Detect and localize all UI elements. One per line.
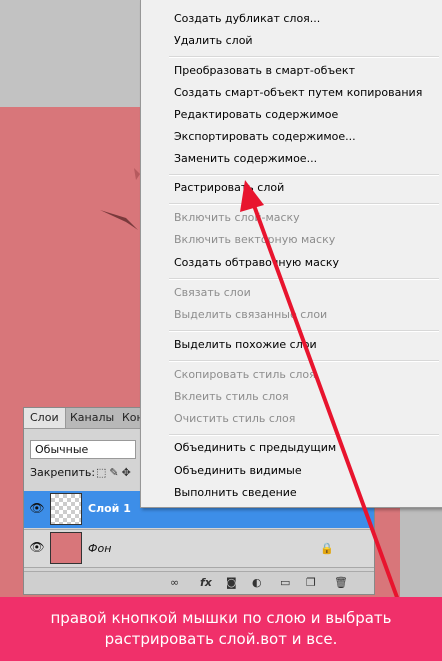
tab-layers[interactable]: Слои — [24, 408, 66, 428]
menu-item-merge-down[interactable]: Объединить с предыдущим — [174, 441, 336, 455]
menu-item-flatten-image[interactable]: Выполнить сведение — [174, 486, 297, 500]
lock-icon: 🔒 — [320, 542, 334, 555]
menu-separator — [169, 434, 439, 436]
eye-icon[interactable]: 👁 — [28, 501, 46, 515]
menu-separator — [169, 330, 439, 332]
layer-name[interactable]: Слой 1 — [88, 502, 131, 515]
menu-item-enable-layer-mask: Включить слой-маску — [174, 211, 300, 224]
layer-name[interactable]: Фон — [88, 542, 111, 555]
new-layer-icon[interactable]: ❐ — [306, 576, 316, 589]
lock-options[interactable]: ⬚✎✥ — [96, 466, 134, 479]
lock-brush-icon[interactable]: ✎ — [109, 466, 121, 479]
menu-item-copy-layer-style: Скопировать стиль слоя — [174, 368, 316, 381]
menu-item-select-similar-layers[interactable]: Выделить похожие слои — [174, 338, 317, 352]
menu-separator — [169, 203, 439, 205]
layer-row-background[interactable]: 👁 Фон 🔒 — [24, 529, 374, 568]
menu-item-clear-layer-style: Очистить стиль слоя — [174, 412, 296, 425]
link-icon[interactable]: ∞ — [170, 576, 179, 589]
menu-separator — [169, 56, 439, 58]
caption-line-1: правой кнопкой мышки по слою и выбрать — [50, 609, 392, 627]
eye-icon[interactable]: 👁 — [28, 540, 46, 554]
tab-channels[interactable]: Каналы — [64, 408, 120, 428]
menu-item-select-linked-layers: Выделить связанные слои — [174, 308, 328, 321]
menu-item-create-clipping-mask[interactable]: Создать обтравочную маску — [174, 256, 339, 270]
menu-item-duplicate-layer[interactable]: Создать дубликат слоя... — [174, 12, 320, 26]
menu-item-enable-vector-mask: Включить векторную маску — [174, 233, 336, 246]
folder-icon[interactable]: ▭ — [280, 576, 290, 589]
caption-line-2: растрировать слой.вот и все. — [104, 630, 338, 648]
lock-label: Закрепить: — [30, 466, 96, 479]
menu-separator — [169, 278, 439, 280]
menu-item-delete-layer[interactable]: Удалить слой — [174, 34, 253, 48]
menu-item-merge-visible[interactable]: Объединить видимые — [174, 464, 302, 478]
menu-item-rasterize-layer[interactable]: Растрировать слой — [174, 181, 284, 195]
fx-icon[interactable]: fx — [200, 576, 212, 589]
menu-item-convert-smart-object[interactable]: Преобразовать в смарт-объект — [174, 64, 355, 78]
caption-banner: правой кнопкой мышки по слою и выбрать р… — [0, 597, 442, 661]
layer-thumbnail — [50, 532, 82, 564]
menu-separator — [169, 360, 439, 362]
menu-item-replace-contents[interactable]: Заменить содержимое... — [174, 152, 317, 166]
layer-thumbnail — [50, 493, 82, 525]
adjustment-icon[interactable]: ◐ — [252, 576, 262, 589]
menu-separator — [169, 174, 439, 176]
trash-icon[interactable]: 🗑 — [334, 576, 348, 589]
menu-item-export-contents[interactable]: Экспортировать содержимое... — [174, 130, 356, 144]
mask-icon[interactable]: ◙ — [226, 576, 237, 589]
lock-transparency-icon[interactable]: ⬚ — [96, 466, 109, 479]
lock-move-icon[interactable]: ✥ — [122, 466, 134, 479]
menu-item-link-layers: Связать слои — [174, 286, 251, 299]
menu-item-paste-layer-style: Вклеить стиль слоя — [174, 390, 289, 403]
layers-panel-toolbar: ∞ fx ◙ ◐ ▭ ❐ 🗑 — [24, 571, 374, 594]
menu-item-smart-object-via-copy[interactable]: Создать смарт-объект путем копирования — [174, 86, 422, 100]
menu-item-edit-contents[interactable]: Редактировать содержимое — [174, 108, 338, 122]
blend-mode-select[interactable]: Обычные — [30, 440, 136, 459]
layer-context-menu: Создать дубликат слоя... Удалить слой Пр… — [140, 0, 442, 508]
